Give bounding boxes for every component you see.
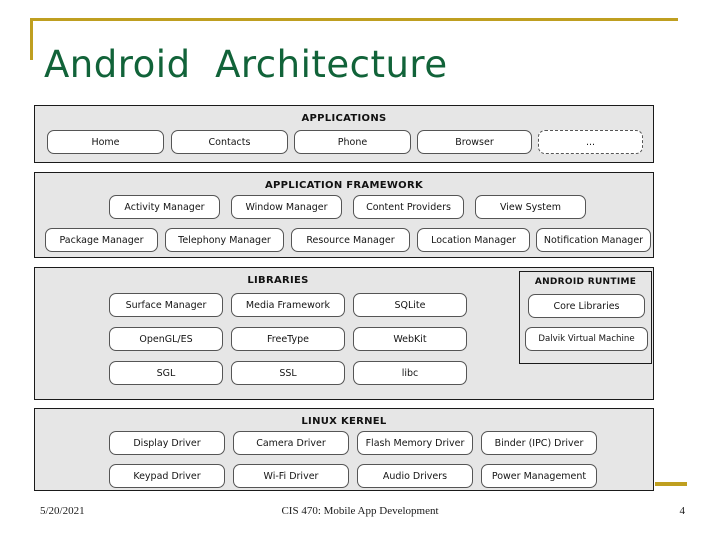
node-view-system[interactable]: View System: [475, 195, 586, 219]
node-browser[interactable]: Browser: [417, 130, 532, 154]
node-dalvik-virtual-machine[interactable]: Dalvik Virtual Machine: [525, 327, 648, 351]
node-camera-driver[interactable]: Camera Driver: [233, 431, 349, 455]
layer-libraries: LIBRARIES Surface Manager Media Framewor…: [34, 267, 654, 400]
node-location-manager[interactable]: Location Manager: [417, 228, 530, 252]
node-resource-manager[interactable]: Resource Manager: [291, 228, 410, 252]
layer-android-runtime-heading: ANDROID RUNTIME: [534, 277, 637, 287]
page-title: Android Architecture: [44, 43, 448, 86]
node-notification-manager[interactable]: Notification Manager: [536, 228, 651, 252]
node-opengl-es[interactable]: OpenGL/ES: [109, 327, 223, 351]
slide-accent-bottom-right-mark: [655, 482, 687, 486]
node-flash-memory-driver[interactable]: Flash Memory Driver: [357, 431, 473, 455]
node-activity-manager[interactable]: Activity Manager: [109, 195, 220, 219]
layer-framework-heading: APPLICATION FRAMEWORK: [264, 180, 424, 191]
node-content-providers[interactable]: Content Providers: [353, 195, 464, 219]
node-sqlite[interactable]: SQLite: [353, 293, 467, 317]
node-webkit[interactable]: WebKit: [353, 327, 467, 351]
node-audio-drivers[interactable]: Audio Drivers: [357, 464, 473, 488]
node-media-framework[interactable]: Media Framework: [231, 293, 345, 317]
node-more-applications[interactable]: ...: [538, 130, 643, 154]
footer-course-name: CIS 470: Mobile App Development: [281, 505, 439, 517]
node-sgl[interactable]: SGL: [109, 361, 223, 385]
node-home[interactable]: Home: [47, 130, 164, 154]
node-ssl[interactable]: SSL: [231, 361, 345, 385]
node-display-driver[interactable]: Display Driver: [109, 431, 225, 455]
node-phone[interactable]: Phone: [294, 130, 411, 154]
node-package-manager[interactable]: Package Manager: [45, 228, 158, 252]
layer-application-framework: APPLICATION FRAMEWORK Activity Manager W…: [34, 172, 654, 258]
node-freetype[interactable]: FreeType: [231, 327, 345, 351]
node-contacts[interactable]: Contacts: [171, 130, 288, 154]
layer-linux-kernel: LINUX KERNEL Display Driver Camera Drive…: [34, 408, 654, 491]
node-wifi-driver[interactable]: Wi-Fi Driver: [233, 464, 349, 488]
node-keypad-driver[interactable]: Keypad Driver: [109, 464, 225, 488]
layer-linux-kernel-heading: LINUX KERNEL: [301, 416, 387, 427]
layer-libraries-heading: LIBRARIES: [247, 275, 309, 286]
slide-accent-top-line: [30, 18, 678, 21]
node-window-manager[interactable]: Window Manager: [231, 195, 342, 219]
node-binder-ipc-driver[interactable]: Binder (IPC) Driver: [481, 431, 597, 455]
layer-android-runtime: ANDROID RUNTIME Core Libraries Dalvik Vi…: [519, 271, 652, 364]
layer-applications-heading: APPLICATIONS: [301, 113, 387, 124]
node-surface-manager[interactable]: Surface Manager: [109, 293, 223, 317]
slide-footer: 5/20/2021 CIS 470: Mobile App Developmen…: [0, 505, 720, 529]
slide-accent-left-line: [30, 18, 33, 60]
node-libc[interactable]: libc: [353, 361, 467, 385]
android-architecture-diagram: APPLICATIONS Home Contacts Phone Browser…: [34, 105, 656, 491]
node-telephony-manager[interactable]: Telephony Manager: [165, 228, 284, 252]
node-core-libraries[interactable]: Core Libraries: [528, 294, 645, 318]
node-power-management[interactable]: Power Management: [481, 464, 597, 488]
layer-applications: APPLICATIONS Home Contacts Phone Browser…: [34, 105, 654, 163]
footer-page-number: 4: [679, 505, 686, 517]
